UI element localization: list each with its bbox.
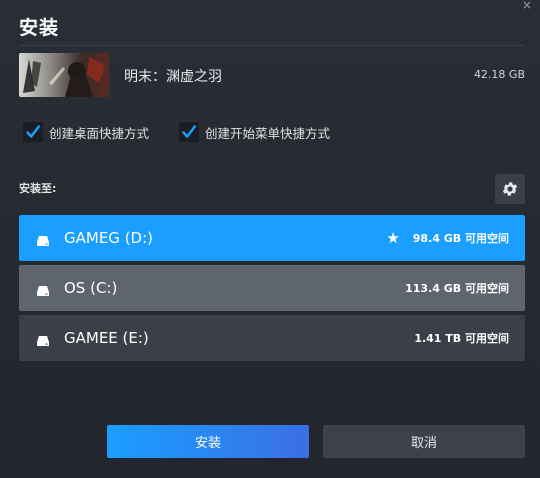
desktop-shortcut-checkbox[interactable]: [23, 122, 43, 142]
dialog-title: 安装: [19, 17, 60, 39]
install-button[interactable]: 安装: [107, 425, 309, 458]
install-location-label: 安装至:: [19, 182, 57, 195]
drive-icon: [36, 232, 50, 246]
drive-free-space: 113.4 GB 可用空间: [405, 282, 509, 295]
game-title: 明末：渊虚之羽: [124, 69, 222, 85]
star-icon: ★: [386, 228, 400, 247]
drive-name: GAMEE (E:): [64, 329, 149, 347]
checkmark-icon: [182, 125, 196, 138]
start-menu-shortcut-checkbox[interactable]: [179, 122, 199, 142]
gear-icon: [502, 182, 518, 196]
drive-name: GAMEG (D:): [64, 229, 154, 247]
close-icon[interactable]: ×: [522, 0, 532, 12]
game-info-row: 明末：渊虚之羽 42.18 GB: [19, 53, 525, 97]
drive-icon: [36, 282, 50, 296]
drive-free-space: 98.4 GB 可用空间: [412, 232, 509, 245]
drive-free-space: 1.41 TB 可用空间: [414, 332, 509, 345]
close-button[interactable]: ×: [520, 0, 534, 12]
drive-option-d[interactable]: GAMEG (D:) ★ 98.4 GB 可用空间: [19, 215, 525, 261]
start-menu-shortcut-option[interactable]: 创建开始菜单快捷方式: [179, 121, 330, 143]
drive-icon: [36, 332, 50, 346]
drive-option-e[interactable]: GAMEE (E:) 1.41 TB 可用空间: [19, 315, 525, 361]
start-menu-shortcut-label: 创建开始菜单快捷方式: [205, 125, 331, 141]
checkmark-icon: [26, 125, 40, 138]
install-dialog: × 安装 明末：渊虚之羽 42.18 GB 创建桌面快捷方式 创建开始菜单快捷方…: [0, 0, 540, 478]
desktop-shortcut-label: 创建桌面快捷方式: [49, 125, 150, 141]
drive-option-c[interactable]: OS (C:) 113.4 GB 可用空间: [19, 265, 525, 311]
game-size: 42.18 GB: [473, 68, 525, 81]
drive-name: OS (C:): [64, 279, 118, 297]
library-settings-button[interactable]: [495, 174, 525, 204]
cancel-button[interactable]: 取消: [323, 425, 525, 458]
desktop-shortcut-option[interactable]: 创建桌面快捷方式: [23, 121, 149, 143]
game-thumbnail: [19, 53, 109, 97]
title-divider: [19, 45, 525, 46]
